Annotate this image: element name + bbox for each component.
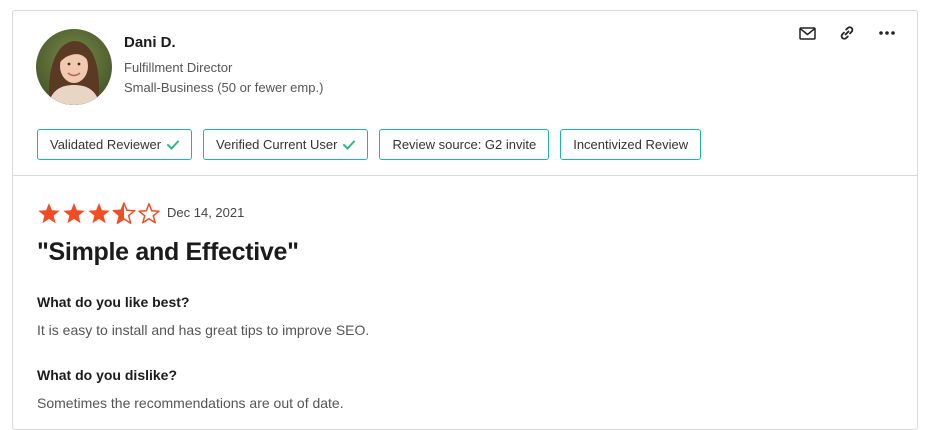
reviewer-title: Fulfillment Director (124, 60, 233, 75)
reviewer-name[interactable]: Dani D. (124, 34, 176, 51)
badge-validated-reviewer: Validated Reviewer (37, 129, 193, 160)
star-half-icon (112, 202, 136, 224)
badge-incentivized-review: Incentivized Review (560, 129, 702, 160)
star-rating (37, 202, 161, 225)
more-icon[interactable] (877, 23, 897, 43)
review-card: Dani D. Fulfillment Director Small-Busin… (12, 10, 918, 430)
badge-label: Incentivized Review (573, 137, 689, 152)
review-date: Dec 14, 2021 (167, 205, 245, 220)
link-icon[interactable] (837, 23, 857, 43)
dislike-answer: Sometimes the recommendations are out of… (37, 395, 344, 411)
badge-verified-current-user: Verified Current User (203, 129, 369, 160)
dislike-question: What do you dislike? (37, 367, 178, 383)
reviewer-badges: Validated Reviewer Verified Current User… (37, 129, 702, 160)
reviewer-segment: Small-Business (50 or fewer emp.) (124, 80, 324, 95)
badge-label: Review source: G2 invite (392, 137, 537, 152)
badge-label: Verified Current User (216, 137, 338, 152)
star-empty-icon (138, 203, 160, 224)
star-full-icon (38, 203, 60, 224)
reviewer-header: Dani D. Fulfillment Director Small-Busin… (13, 11, 917, 176)
badge-label: Validated Reviewer (50, 137, 162, 152)
mail-icon[interactable] (797, 23, 817, 43)
review-title: "Simple and Effective" (37, 238, 299, 266)
check-icon (167, 140, 180, 149)
review-actions (797, 23, 897, 43)
star-full-icon (63, 203, 85, 224)
like-best-question: What do you like best? (37, 294, 190, 310)
like-best-answer: It is easy to install and has great tips… (37, 322, 370, 338)
badge-review-source: Review source: G2 invite (379, 129, 550, 160)
check-icon (343, 140, 356, 149)
star-full-icon (88, 203, 110, 224)
reviewer-avatar[interactable] (36, 29, 112, 105)
